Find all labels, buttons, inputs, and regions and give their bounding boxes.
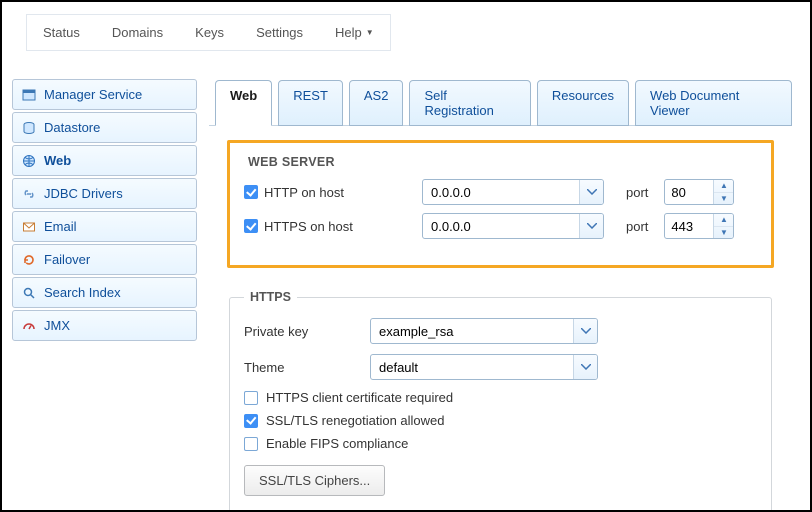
window-icon [21,87,36,102]
https-enabled-checkbox[interactable] [244,219,258,233]
content-area: Web REST AS2 Self Registration Resources… [197,79,810,512]
web-server-title: WEB SERVER [248,155,757,169]
menu-help[interactable]: Help ▼ [319,15,390,50]
ssl-tls-ciphers-button[interactable]: SSL/TLS Ciphers... [244,465,385,496]
menu-help-label: Help [335,25,362,40]
link-icon [21,186,36,201]
chevron-down-icon[interactable] [579,214,603,238]
web-server-section: WEB SERVER HTTP on host port [227,140,774,268]
top-menu-container: Status Domains Keys Settings Help ▼ [2,2,810,51]
chevron-down-icon[interactable] [573,355,597,379]
http-port-spinner[interactable]: ▲ ▼ [664,179,734,205]
https-port-input[interactable] [665,214,713,238]
chevron-up-icon[interactable]: ▲ [714,214,733,227]
tab-row: Web REST AS2 Self Registration Resources… [215,79,792,125]
renegotiation-row: SSL/TLS renegotiation allowed [244,413,757,428]
tab-panel-web: WEB SERVER HTTP on host port [209,125,792,512]
http-row: HTTP on host port ▲ ▼ [244,179,757,205]
chevron-down-icon[interactable]: ▼ [714,227,733,239]
menu-domains[interactable]: Domains [96,15,179,50]
tab-self-registration[interactable]: Self Registration [409,80,530,126]
client-cert-row: HTTPS client certificate required [244,390,757,405]
https-port-label: port [626,219,648,234]
mail-icon [21,219,36,234]
sidebar-item-label: JDBC Drivers [44,186,123,201]
search-icon [21,285,36,300]
sidebar-item-label: Web [44,153,71,168]
refresh-icon [21,252,36,267]
sidebar-item-label: Manager Service [44,87,142,102]
https-host-combo[interactable] [422,213,604,239]
spinner-arrows: ▲ ▼ [713,214,733,238]
theme-input[interactable] [371,355,573,379]
menu-keys[interactable]: Keys [179,15,240,50]
sidebar-item-label: Failover [44,252,90,267]
http-port-input[interactable] [665,180,713,204]
renegotiation-checkbox[interactable] [244,414,258,428]
menu-settings[interactable]: Settings [240,15,319,50]
sidebar-item-search-index[interactable]: Search Index [12,277,197,308]
sidebar-item-datastore[interactable]: Datastore [12,112,197,143]
http-host-combo[interactable] [422,179,604,205]
fips-row: Enable FIPS compliance [244,436,757,451]
spinner-arrows: ▲ ▼ [713,180,733,204]
chevron-up-icon[interactable]: ▲ [714,180,733,193]
theme-combo[interactable] [370,354,598,380]
sidebar-item-jdbc-drivers[interactable]: JDBC Drivers [12,178,197,209]
private-key-input[interactable] [371,319,573,343]
sidebar-item-failover[interactable]: Failover [12,244,197,275]
http-enabled-checkbox[interactable] [244,185,258,199]
https-title: HTTPS [244,290,297,304]
menu-status[interactable]: Status [27,15,96,50]
private-key-combo[interactable] [370,318,598,344]
chevron-down-icon[interactable]: ▼ [714,193,733,205]
tab-rest[interactable]: REST [278,80,343,126]
database-icon [21,120,36,135]
tab-as2[interactable]: AS2 [349,80,404,126]
sidebar: Manager Service Datastore Web JDBC Drive… [2,79,197,512]
fips-label: Enable FIPS compliance [266,436,408,451]
app-window: Status Domains Keys Settings Help ▼ Mana… [0,0,812,512]
client-cert-checkbox[interactable] [244,391,258,405]
http-on-host-label: HTTP on host [264,185,344,200]
http-port-label: port [626,185,648,200]
sidebar-item-manager-service[interactable]: Manager Service [12,79,197,110]
sidebar-item-email[interactable]: Email [12,211,197,242]
private-key-row: Private key [244,318,757,344]
https-row: HTTPS on host port ▲ ▼ [244,213,757,239]
private-key-label: Private key [244,324,370,339]
sidebar-item-label: Search Index [44,285,121,300]
sidebar-item-label: JMX [44,318,70,333]
chevron-down-icon[interactable] [579,180,603,204]
tab-resources[interactable]: Resources [537,80,629,126]
sidebar-item-jmx[interactable]: JMX [12,310,197,341]
renegotiation-label: SSL/TLS renegotiation allowed [266,413,445,428]
chevron-down-icon: ▼ [366,28,374,37]
main-body: Manager Service Datastore Web JDBC Drive… [2,79,810,512]
globe-icon [21,153,36,168]
theme-label: Theme [244,360,370,375]
top-menu: Status Domains Keys Settings Help ▼ [26,14,391,51]
tab-web[interactable]: Web [215,80,272,126]
theme-row: Theme [244,354,757,380]
chevron-down-icon[interactable] [573,319,597,343]
https-host-input[interactable] [423,214,579,238]
http-host-input[interactable] [423,180,579,204]
https-section: HTTPS Private key Theme [229,290,772,512]
https-port-spinner[interactable]: ▲ ▼ [664,213,734,239]
fips-checkbox[interactable] [244,437,258,451]
https-on-host-label: HTTPS on host [264,219,353,234]
sidebar-item-label: Datastore [44,120,100,135]
client-cert-label: HTTPS client certificate required [266,390,453,405]
gauge-icon [21,318,36,333]
sidebar-item-web[interactable]: Web [12,145,197,176]
tab-web-document-viewer[interactable]: Web Document Viewer [635,80,792,126]
sidebar-item-label: Email [44,219,77,234]
